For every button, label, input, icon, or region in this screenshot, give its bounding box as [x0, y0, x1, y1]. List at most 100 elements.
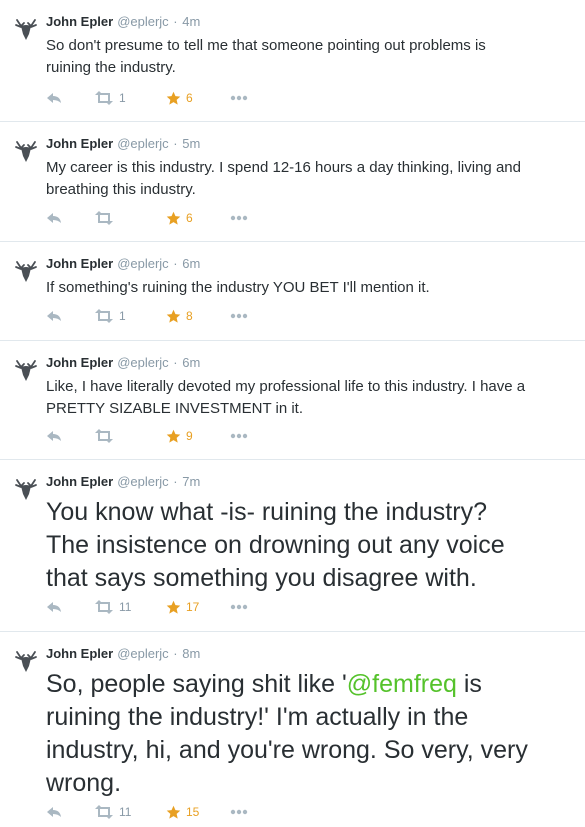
tweet-text-line: My career is this industry. I spend 12-1… — [46, 159, 521, 176]
reply-button[interactable] — [46, 307, 63, 325]
separator-dot: · — [169, 256, 182, 271]
user-name[interactable]: John Epler — [46, 474, 113, 489]
user-handle[interactable]: @eplerjc — [117, 256, 169, 271]
tweet-time[interactable]: 5m — [182, 136, 200, 151]
reply-button[interactable] — [46, 89, 63, 107]
reply-icon — [47, 807, 61, 817]
mention-link[interactable]: @femfreq — [347, 670, 457, 698]
tweet-text: Like, I have literally devoted my profes… — [46, 376, 525, 420]
tweet-text-segment: So, people saying shit like ' — [46, 670, 347, 698]
retweet-icon — [95, 429, 113, 443]
user-name[interactable]: John Epler — [46, 136, 113, 151]
favorite-count: 9 — [186, 429, 193, 443]
tweet-text-line: So, people saying shit like '@femfreq is — [46, 668, 528, 701]
tweet-actions: 11 15 — [46, 803, 306, 821]
avatar[interactable] — [13, 476, 39, 502]
retweet-button[interactable]: 11 — [94, 598, 131, 616]
tweet-time[interactable]: 4m — [182, 14, 200, 29]
favorite-button[interactable]: 8 — [166, 307, 193, 325]
user-handle[interactable]: @eplerjc — [117, 136, 169, 151]
more-button[interactable] — [230, 427, 248, 445]
user-name[interactable]: John Epler — [46, 14, 113, 29]
tweet-actions: 6 — [46, 209, 306, 227]
tweet-actions: 1 6 — [46, 89, 306, 107]
avatar[interactable] — [13, 138, 39, 164]
retweet-button[interactable]: 1 — [94, 307, 126, 325]
retweet-icon — [95, 211, 113, 225]
more-dots-icon — [230, 433, 248, 439]
tweet-text-segment: is — [456, 670, 482, 698]
tweet-text: If something's ruining the industry YOU … — [46, 277, 430, 299]
user-handle[interactable]: @eplerjc — [117, 646, 169, 661]
more-button[interactable] — [230, 89, 248, 107]
retweet-button[interactable]: 1 — [94, 89, 126, 107]
tweet-text-line: wrong. — [46, 769, 122, 797]
tweet-time[interactable]: 6m — [182, 256, 200, 271]
reply-button[interactable] — [46, 598, 63, 616]
favorite-button[interactable]: 9 — [166, 427, 193, 445]
tweet-text-line: So don't presume to tell me that someone… — [46, 37, 486, 54]
avatar[interactable] — [13, 648, 39, 674]
retweet-icon — [95, 309, 113, 323]
retweet-count: 11 — [119, 600, 132, 614]
avatar[interactable] — [13, 357, 39, 383]
tweet: John Epler @eplerjc · 5m My career is thi… — [0, 122, 585, 242]
tweet: John Epler @eplerjc · 6m Like, I have lit… — [0, 341, 585, 460]
separator-dot: · — [169, 646, 182, 661]
separator-dot: · — [169, 14, 182, 29]
user-handle[interactable]: @eplerjc — [117, 355, 169, 370]
favorite-count: 17 — [186, 600, 200, 614]
favorite-count: 6 — [186, 211, 193, 225]
user-handle[interactable]: @eplerjc — [117, 474, 169, 489]
reply-button[interactable] — [46, 427, 63, 445]
favorite-button[interactable]: 6 — [166, 89, 193, 107]
favorite-button[interactable]: 17 — [166, 598, 199, 616]
retweet-count: 1 — [119, 91, 126, 105]
tweet-time[interactable]: 7m — [182, 474, 200, 489]
tweet-actions: 9 — [46, 427, 306, 445]
star-icon — [166, 600, 181, 614]
retweet-icon — [95, 600, 113, 614]
more-button[interactable] — [230, 209, 248, 227]
reply-icon — [47, 93, 61, 103]
tweet-text-line: If something's ruining the industry YOU … — [46, 279, 430, 296]
tweet-time[interactable]: 6m — [182, 355, 200, 370]
more-button[interactable] — [230, 307, 248, 325]
reply-icon — [47, 602, 61, 612]
tweet-header: John Epler @eplerjc · 5m — [46, 136, 200, 152]
tweet-header: John Epler @eplerjc · 6m — [46, 256, 200, 272]
tweet-text-line: PRETTY SIZABLE INVESTMENT in it. — [46, 400, 304, 417]
tweet: John Epler @eplerjc · 4m So don't presume… — [0, 0, 585, 122]
retweet-button[interactable] — [94, 209, 119, 227]
more-dots-icon — [230, 313, 248, 319]
favorite-button[interactable]: 6 — [166, 209, 193, 227]
tweet-text-line: that says something you disagree with. — [46, 564, 477, 592]
more-dots-icon — [230, 809, 248, 815]
reply-button[interactable] — [46, 209, 63, 227]
star-icon — [166, 91, 181, 105]
more-dots-icon — [230, 95, 248, 101]
tweet-text-line: Like, I have literally devoted my profes… — [46, 378, 526, 395]
more-button[interactable] — [230, 803, 248, 821]
reply-button[interactable] — [46, 803, 63, 821]
avatar[interactable] — [13, 258, 39, 284]
tweet-text: So, people saying shit like '@femfreq is… — [46, 668, 528, 800]
user-name[interactable]: John Epler — [46, 256, 113, 271]
favorite-button[interactable]: 15 — [166, 803, 199, 821]
tweet-text-line: ruining the industry. — [46, 59, 176, 76]
retweet-icon — [95, 91, 113, 105]
user-name[interactable]: John Epler — [46, 646, 113, 661]
tweet-text-line: The insistence on drowning out any voice — [46, 531, 505, 559]
tweet-text-line: industry, hi, and you're wrong. So very,… — [46, 736, 528, 764]
more-button[interactable] — [230, 598, 248, 616]
reply-icon — [47, 213, 61, 223]
avatar[interactable] — [13, 16, 39, 42]
retweet-button[interactable]: 11 — [94, 803, 131, 821]
star-icon — [166, 211, 181, 225]
retweet-button[interactable] — [94, 427, 119, 445]
user-name[interactable]: John Epler — [46, 355, 113, 370]
more-dots-icon — [230, 215, 248, 221]
tweet-time[interactable]: 8m — [182, 646, 200, 661]
user-handle[interactable]: @eplerjc — [117, 14, 169, 29]
tweet-header: John Epler @eplerjc · 4m — [46, 14, 200, 30]
